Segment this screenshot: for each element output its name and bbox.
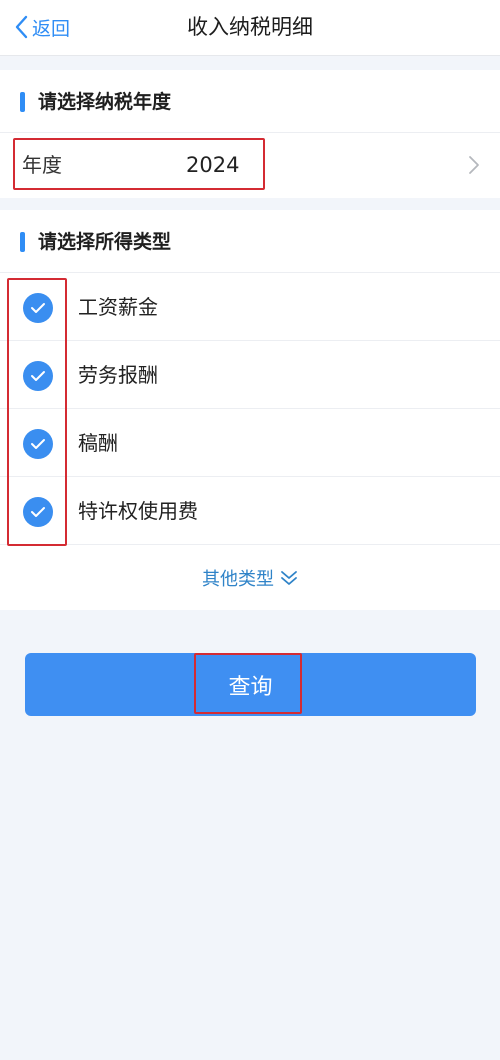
section-accent-bar	[20, 92, 25, 112]
check-icon	[31, 507, 45, 517]
chevron-right-icon	[469, 156, 479, 174]
other-types-toggle[interactable]: 其他类型	[0, 548, 500, 608]
check-icon	[31, 439, 45, 449]
nav-bar: 返回 收入纳税明细	[0, 0, 500, 56]
year-section-title: 请选择纳税年度	[38, 91, 172, 113]
year-section-header: 请选择纳税年度	[0, 70, 500, 133]
income-type-item-salary[interactable]: 工资薪金	[0, 273, 500, 341]
year-section: 请选择纳税年度 年度 2024	[0, 70, 500, 198]
income-type-label: 工资薪金	[78, 295, 158, 319]
checkbox-checked[interactable]	[23, 293, 53, 323]
double-chevron-down-icon	[281, 571, 297, 585]
income-type-label: 特许权使用费	[78, 499, 198, 523]
income-type-list: 工资薪金 劳务报酬 稿酬 特许权使用费	[0, 273, 500, 545]
year-label: 年度	[22, 153, 62, 177]
section-accent-bar	[20, 232, 25, 252]
checkbox-checked[interactable]	[23, 429, 53, 459]
type-section-title: 请选择所得类型	[38, 231, 172, 253]
income-type-item-franchise[interactable]: 特许权使用费	[0, 477, 500, 545]
year-selector[interactable]: 年度 2024	[0, 133, 500, 198]
other-types-label: 其他类型	[202, 569, 274, 590]
query-button[interactable]: 查询	[25, 653, 476, 716]
income-type-item-labor[interactable]: 劳务报酬	[0, 341, 500, 409]
income-type-item-royalty-manuscript[interactable]: 稿酬	[0, 409, 500, 477]
year-value: 2024	[186, 153, 240, 177]
checkbox-checked[interactable]	[23, 361, 53, 391]
income-type-label: 劳务报酬	[78, 363, 158, 387]
check-icon	[31, 371, 45, 381]
income-type-label: 稿酬	[78, 431, 118, 455]
check-icon	[31, 303, 45, 313]
type-section-header: 请选择所得类型	[0, 210, 500, 273]
checkbox-checked[interactable]	[23, 497, 53, 527]
page-title: 收入纳税明细	[187, 15, 313, 39]
